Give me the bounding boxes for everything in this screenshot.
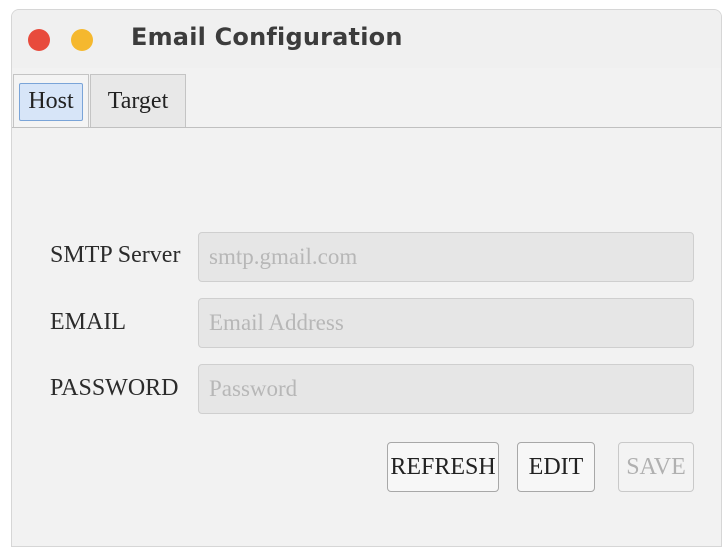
tab-host[interactable]: Host <box>13 74 89 128</box>
password-input[interactable] <box>198 364 694 414</box>
email-label: EMAIL <box>50 309 126 335</box>
close-window-button[interactable] <box>28 29 50 51</box>
refresh-button[interactable]: REFRESH <box>387 442 499 492</box>
tab-host-label: Host <box>19 82 83 121</box>
save-button[interactable]: SAVE <box>618 442 694 492</box>
password-label: PASSWORD <box>50 375 179 401</box>
host-settings-panel: SMTP Server EMAIL PASSWORD REFRESH EDIT … <box>12 128 721 546</box>
tab-target[interactable]: Target <box>90 74 186 128</box>
edit-button[interactable]: EDIT <box>517 442 595 492</box>
minimize-window-button[interactable] <box>71 29 93 51</box>
tab-strip: Host Target <box>12 68 721 128</box>
window-title: Email Configuration <box>131 23 403 51</box>
email-configuration-window: Email Configuration Host Target SMTP Ser… <box>11 9 722 547</box>
tab-target-label: Target <box>107 88 169 114</box>
smtp-server-label: SMTP Server <box>50 242 181 268</box>
smtp-server-input[interactable] <box>198 232 694 282</box>
email-input[interactable] <box>198 298 694 348</box>
title-bar: Email Configuration <box>12 10 721 68</box>
